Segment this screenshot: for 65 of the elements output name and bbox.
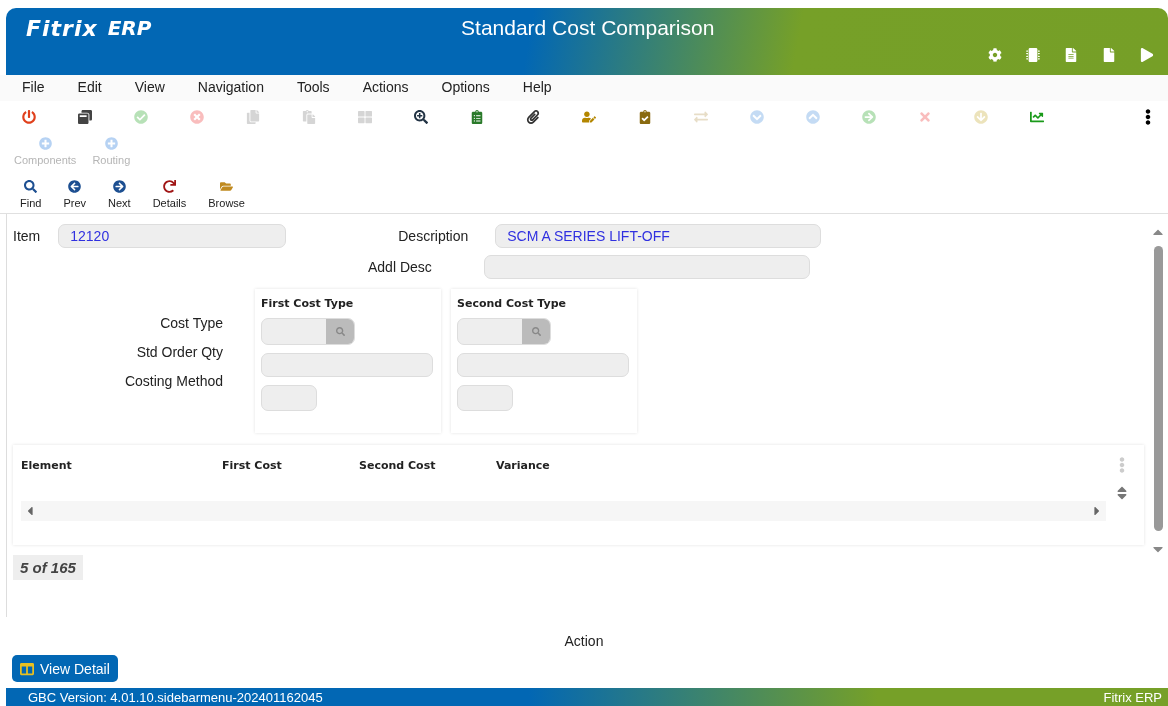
refresh-icon	[162, 180, 176, 193]
field-label: Cost Type	[160, 315, 223, 331]
checklist-icon[interactable]	[638, 110, 652, 124]
arrow-left-icon	[68, 180, 82, 193]
details-button[interactable]: Details	[152, 180, 187, 209]
browse-button[interactable]: Browse	[208, 180, 245, 209]
chart-icon[interactable]	[1030, 110, 1044, 124]
menu-item[interactable]: Help	[522, 79, 552, 101]
version-text: GBC Version: 4.01.10.sidebarmenu-202401162045	[28, 689, 323, 705]
notepad-icon[interactable]	[470, 110, 484, 124]
column-header[interactable]: Variance	[496, 458, 596, 472]
prev-button[interactable]: Prev	[63, 180, 87, 209]
power-icon[interactable]	[22, 110, 36, 124]
menu-item[interactable]: View	[134, 79, 165, 101]
folder-icon	[220, 180, 234, 193]
column-header[interactable]: Second Cost	[359, 458, 490, 472]
arrow-right-icon	[112, 180, 126, 193]
description-label: Description	[398, 228, 469, 244]
product-name: Fitrix ERP	[1103, 689, 1162, 705]
play-icon[interactable]	[1140, 48, 1154, 62]
menu-item[interactable]: Navigation	[197, 79, 264, 101]
settings-icon[interactable]	[988, 48, 1002, 62]
search-icon[interactable]	[335, 327, 345, 336]
zoom-icon[interactable]	[414, 110, 428, 124]
field-label: Costing Method	[124, 373, 223, 389]
menu-item[interactable]: Tools	[296, 79, 330, 101]
costing-method-field[interactable]	[261, 385, 317, 411]
plus-icon	[38, 137, 52, 150]
search-icon[interactable]	[531, 327, 541, 336]
chip-icon[interactable]	[1026, 48, 1040, 62]
horizontal-scrollbar[interactable]	[21, 501, 1106, 521]
windows-icon[interactable]	[78, 110, 92, 124]
column-header[interactable]: First Cost	[222, 458, 353, 472]
item-field[interactable]: 12120	[58, 224, 287, 248]
costing-method-field[interactable]	[457, 385, 513, 411]
menu-item[interactable]: Actions	[362, 79, 409, 101]
order-qty-field[interactable]	[457, 353, 629, 377]
menu-item[interactable]: File	[22, 79, 45, 101]
panel-title: First Cost Type	[261, 297, 355, 310]
addl-desc-field[interactable]	[483, 255, 810, 279]
plus-icon	[104, 137, 118, 150]
find-button[interactable]: Find	[20, 180, 42, 209]
search-icon	[24, 180, 38, 193]
logo-suffix: ERP	[107, 16, 152, 40]
column-header[interactable]: Element	[21, 458, 216, 472]
view-detail-button[interactable]: View Detail	[12, 655, 118, 682]
field-label: Std Order Qty	[136, 344, 223, 360]
cost-type-field[interactable]	[457, 318, 551, 345]
menu-item[interactable]: Options	[441, 79, 490, 101]
item-label: Item	[13, 228, 41, 244]
panel-title: Second Cost Type	[457, 297, 567, 310]
record-counter: 5 of 165	[13, 555, 83, 580]
addl-desc-label: Addl Desc	[368, 259, 432, 275]
action-label: Action	[564, 633, 604, 649]
window-title: Standard Cost Comparison	[460, 16, 716, 40]
attachment-icon[interactable]	[526, 110, 540, 124]
order-qty-field[interactable]	[261, 353, 433, 377]
columns-icon	[20, 661, 34, 676]
menu-item[interactable]: Edit	[77, 79, 102, 101]
page-icon[interactable]	[1102, 48, 1116, 62]
description-field[interactable]: SCM A SERIES LIFT-OFF	[495, 224, 822, 248]
next-button[interactable]: Next	[108, 180, 131, 209]
document-icon[interactable]	[1064, 48, 1078, 62]
cost-type-field[interactable]	[261, 318, 355, 345]
logo: Fitrix	[26, 15, 98, 41]
